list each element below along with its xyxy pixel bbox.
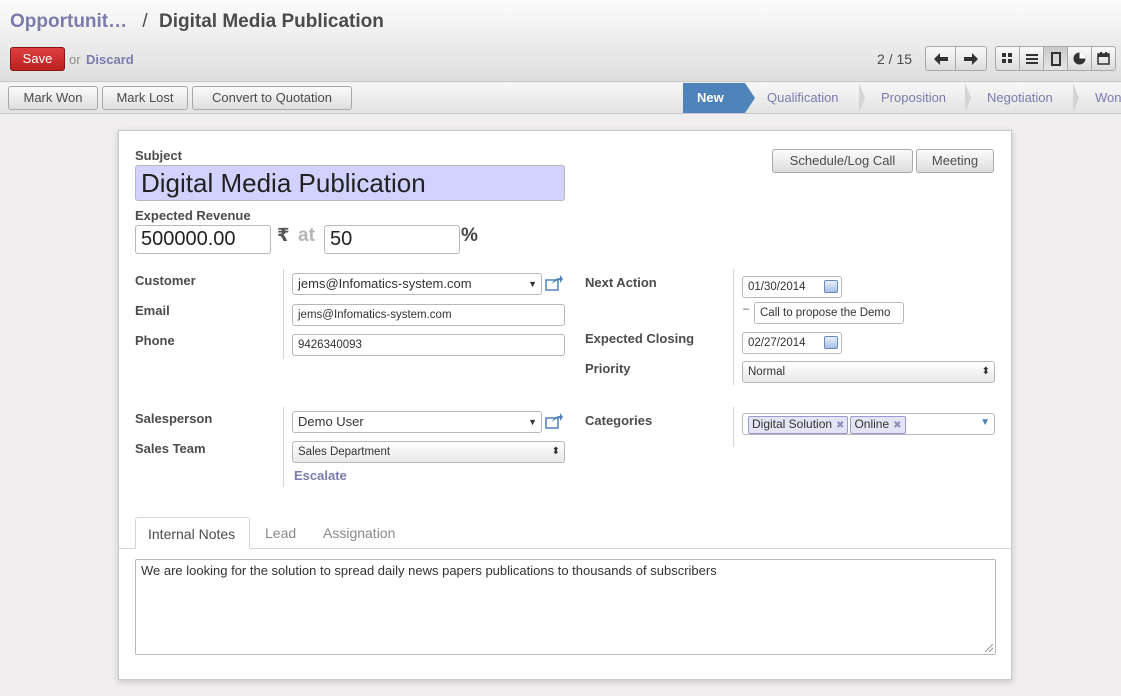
notebook-tabs: Internal Notes Lead Assignation — [119, 517, 1011, 549]
stage-proposition[interactable]: Proposition — [859, 83, 971, 113]
graph-view-button[interactable] — [1067, 46, 1092, 71]
view-switcher — [995, 46, 1116, 71]
form-header: Mark Won Mark Lost Convert to Quotation … — [0, 83, 1121, 114]
page-title: Digital Media Publication — [158, 11, 384, 32]
stage-negotiation[interactable]: Negotiation — [965, 83, 1079, 113]
arrow-right-icon — [964, 52, 978, 65]
calendar-icon[interactable] — [824, 280, 838, 293]
phone-label: Phone — [135, 333, 175, 348]
next-action-text-input[interactable]: Call to propose the Demo — [754, 302, 904, 324]
breadcrumb-separator: / — [142, 11, 148, 32]
categories-tag-input[interactable]: Digital Solution ✖ Online ✖ ▼ — [742, 413, 995, 435]
resize-grip-icon[interactable] — [985, 644, 993, 652]
customer-select[interactable]: jems@Infomatics-system.com ▼ — [292, 273, 542, 295]
kanban-view-icon — [1002, 53, 1012, 63]
schedule-log-call-button[interactable]: Schedule/Log Call — [772, 149, 913, 173]
category-tag: Online ✖ — [850, 416, 906, 434]
field-divider — [733, 407, 734, 447]
subject-input[interactable]: Digital Media Publication — [135, 165, 565, 201]
breadcrumb-parent-link[interactable]: Opportunit… — [10, 11, 127, 32]
at-label: at — [298, 225, 315, 246]
internal-notes-textarea[interactable]: We are looking for the solution to sprea… — [135, 559, 996, 655]
form-sheet: Subject Digital Media Publication Schedu… — [118, 130, 1012, 680]
pager-buttons — [925, 46, 987, 71]
subject-label: Subject — [135, 148, 182, 163]
percent-symbol: % — [461, 225, 478, 246]
breadcrumb: Opportunit… / Digital Media Publication — [10, 11, 384, 33]
category-tag-label: Digital Solution — [752, 417, 833, 431]
expected-revenue-input[interactable]: 500000.00 — [135, 225, 271, 254]
category-tag-label: Online — [854, 417, 890, 431]
control-panel: Opportunit… / Digital Media Publication … — [0, 0, 1121, 82]
calendar-icon[interactable] — [824, 336, 838, 349]
expected-closing-label: Expected Closing — [585, 331, 695, 346]
next-record-button[interactable] — [956, 46, 987, 71]
list-view-button[interactable] — [1019, 46, 1044, 71]
field-divider — [733, 269, 734, 385]
kanban-view-button[interactable] — [995, 46, 1020, 71]
mark-lost-button[interactable]: Mark Lost — [102, 86, 188, 110]
currency-symbol: ₹ — [277, 225, 290, 245]
form-view-button[interactable] — [1043, 46, 1068, 71]
probability-input[interactable]: 50 — [324, 225, 460, 254]
sales-team-value: Sales Department — [298, 446, 391, 458]
next-action-label: Next Action — [585, 275, 657, 290]
field-divider — [283, 269, 284, 359]
salesperson-select[interactable]: Demo User ▼ — [292, 411, 542, 433]
next-action-date-value: 01/30/2014 — [748, 281, 806, 293]
convert-to-quotation-button[interactable]: Convert to Quotation — [192, 86, 352, 110]
email-input[interactable]: jems@Infomatics-system.com — [292, 304, 565, 326]
external-link-icon[interactable] — [545, 275, 563, 294]
sales-team-label: Sales Team — [135, 441, 206, 456]
stage-new[interactable]: New — [683, 83, 755, 113]
categories-label: Categories — [585, 413, 653, 428]
save-button[interactable]: Save — [10, 47, 65, 71]
salesperson-value: Demo User — [298, 414, 364, 429]
stage-qualification[interactable]: Qualification — [745, 83, 865, 113]
mark-won-button[interactable]: Mark Won — [8, 86, 98, 110]
list-view-icon — [1025, 53, 1038, 64]
next-action-dash: – — [743, 303, 750, 315]
previous-record-button[interactable] — [925, 46, 956, 71]
email-label: Email — [135, 303, 170, 318]
or-label: or — [69, 52, 81, 67]
expected-closing-date-value: 02/27/2014 — [748, 337, 806, 349]
expected-closing-date-input[interactable]: 02/27/2014 — [742, 332, 842, 354]
escalate-link[interactable]: Escalate — [294, 468, 347, 483]
priority-value: Normal — [748, 366, 786, 378]
priority-label: Priority — [585, 361, 631, 376]
tab-internal-notes[interactable]: Internal Notes — [135, 517, 250, 549]
dropdown-arrow-icon: ▼ — [528, 417, 537, 427]
calendar-view-icon — [1097, 52, 1110, 65]
remove-tag-icon[interactable]: ✖ — [893, 420, 901, 431]
graph-view-icon — [1073, 52, 1086, 65]
pager-counter[interactable]: 2 / 15 — [877, 51, 912, 67]
next-action-date-input[interactable]: 01/30/2014 — [742, 276, 842, 298]
dropdown-arrow-icon: ▼ — [528, 279, 537, 289]
meeting-button[interactable]: Meeting — [916, 149, 994, 173]
field-divider — [283, 407, 284, 487]
discard-link[interactable]: Discard — [86, 52, 134, 67]
salesperson-label: Salesperson — [135, 411, 213, 426]
arrow-left-icon — [933, 52, 948, 65]
internal-notes-text: We are looking for the solution to sprea… — [141, 563, 717, 578]
expected-revenue-label: Expected Revenue — [135, 208, 251, 223]
priority-select[interactable]: Normal ⬍ — [742, 361, 995, 383]
sales-team-select[interactable]: Sales Department ⬍ — [292, 441, 565, 463]
form-view-icon — [1050, 51, 1061, 66]
select-arrows-icon: ⬍ — [551, 446, 560, 457]
stage-statusbar: New Qualification Proposition Negotiatio… — [683, 83, 1121, 113]
remove-tag-icon[interactable]: ✖ — [836, 420, 844, 431]
customer-label: Customer — [135, 273, 196, 288]
customer-value: jems@Infomatics-system.com — [298, 276, 472, 291]
category-tag: Digital Solution ✖ — [748, 416, 849, 434]
stage-won[interactable]: Won — [1073, 83, 1121, 113]
phone-input[interactable]: 9426340093 — [292, 334, 565, 356]
tab-assignation[interactable]: Assignation — [311, 517, 407, 549]
dropdown-arrow-icon[interactable]: ▼ — [980, 417, 990, 428]
select-arrows-icon: ⬍ — [981, 366, 990, 377]
external-link-icon[interactable] — [545, 413, 563, 432]
calendar-view-button[interactable] — [1091, 46, 1116, 71]
tab-lead[interactable]: Lead — [253, 517, 308, 549]
